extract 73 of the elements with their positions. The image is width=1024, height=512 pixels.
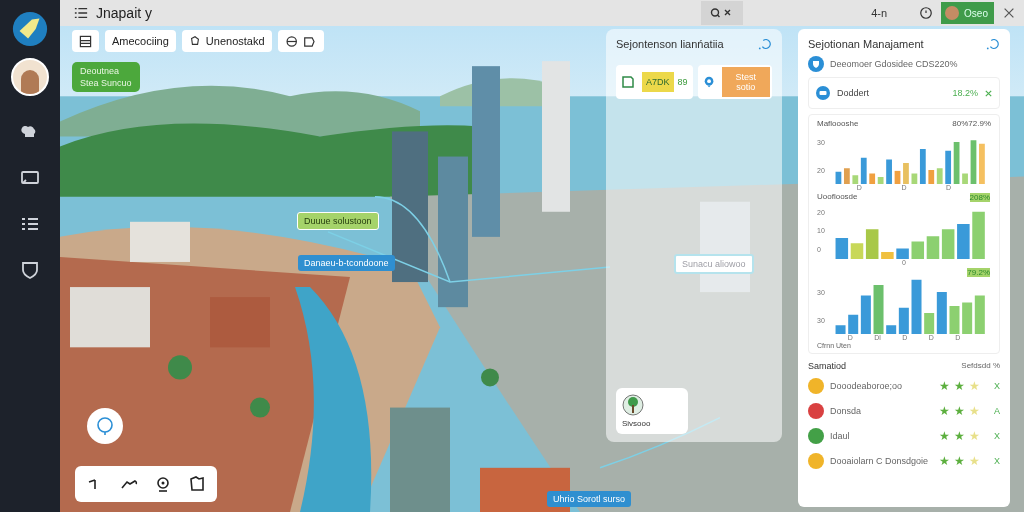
menu-icon[interactable] bbox=[74, 6, 88, 20]
item-action[interactable]: X bbox=[994, 431, 1000, 441]
close-icon[interactable] bbox=[984, 88, 993, 98]
star-icon: ★ bbox=[939, 405, 950, 417]
tree bbox=[168, 355, 192, 380]
app-title: Jnapait y bbox=[96, 5, 153, 21]
item-action[interactable]: A bbox=[994, 406, 1000, 416]
shape-icon[interactable] bbox=[187, 474, 207, 494]
list-item[interactable]: Dooodeaboroe;oo bbox=[830, 381, 933, 391]
star-icon: ★ bbox=[939, 430, 950, 442]
chart-title: Mafloooshe bbox=[817, 119, 859, 128]
star-icon: ★ bbox=[954, 430, 965, 442]
chart-value: 79.2% bbox=[966, 267, 991, 278]
refresh-icon[interactable] bbox=[758, 37, 772, 51]
chart-value: 80%72.9% bbox=[952, 119, 991, 128]
action-button[interactable]: Stest sotio bbox=[721, 67, 770, 97]
badge-text: Stea Suncuo bbox=[80, 77, 132, 89]
star-icon: ★ bbox=[969, 430, 980, 442]
star-icon: ★ bbox=[954, 455, 965, 467]
badge-text: Deoutnea bbox=[80, 65, 121, 77]
star-icon: ★ bbox=[969, 405, 980, 417]
refresh-icon[interactable] bbox=[986, 37, 1000, 51]
location-pin-icon[interactable] bbox=[702, 75, 715, 89]
star-icon: ★ bbox=[969, 455, 980, 467]
star-icon: ★ bbox=[969, 380, 980, 392]
status-chip: A7DK bbox=[642, 72, 674, 92]
note-icon[interactable] bbox=[621, 75, 635, 89]
card-label: Sivsooo bbox=[622, 419, 651, 428]
tree bbox=[481, 368, 499, 387]
map-callout[interactable]: Danaeu-b-tcondoone bbox=[298, 255, 395, 271]
item-action[interactable]: X bbox=[994, 381, 1000, 391]
globe-tag-icon bbox=[284, 34, 317, 48]
shield-icon[interactable] bbox=[20, 260, 40, 280]
shield-icon bbox=[808, 56, 824, 72]
value-text: 89 bbox=[677, 77, 689, 87]
info-text: Deeomoer Gdosidee CDS220% bbox=[830, 59, 958, 69]
item-action[interactable]: X bbox=[994, 456, 1000, 466]
user-chip[interactable]: Oseo bbox=[941, 2, 994, 24]
stat-label: Doddert bbox=[837, 88, 871, 98]
chat-icon bbox=[815, 85, 831, 101]
list-value: Sefdsdd % bbox=[961, 361, 1000, 371]
list-item[interactable]: Donsda bbox=[830, 406, 933, 416]
toolbar-button[interactable]: Unenostakd bbox=[181, 30, 272, 52]
layout-button[interactable] bbox=[72, 30, 99, 52]
list-title: Samatiod bbox=[808, 361, 847, 371]
close-icon[interactable] bbox=[1002, 6, 1016, 20]
view-toggle-button[interactable] bbox=[277, 30, 324, 52]
list-item[interactable]: Idaul bbox=[830, 431, 933, 441]
map-icon bbox=[188, 35, 201, 47]
clock-icon[interactable] bbox=[919, 6, 934, 20]
star-icon: ★ bbox=[939, 455, 950, 467]
toolbar-button[interactable]: Amecociing bbox=[105, 30, 176, 52]
map-callout[interactable]: Sunacu aliowoo bbox=[674, 254, 754, 274]
tree-icon bbox=[622, 394, 644, 416]
counter-text: 4-n bbox=[871, 7, 888, 19]
stat-value: 18.2% bbox=[952, 88, 978, 98]
star-icon: ★ bbox=[954, 405, 965, 417]
chart-title: Uoofloosde bbox=[817, 192, 858, 203]
panel-title: Sejontenson lianńatiia bbox=[616, 38, 724, 50]
location-pin-icon bbox=[95, 416, 115, 436]
chart-value: 208% bbox=[968, 192, 991, 203]
star-icon: ★ bbox=[954, 380, 965, 392]
map-callout[interactable]: Duuue solustoon bbox=[297, 212, 379, 230]
panel-title: Sejotionan Manajament bbox=[808, 38, 924, 50]
search-button[interactable] bbox=[701, 1, 744, 25]
map-callout[interactable]: Uhrio Sorotl surso bbox=[547, 491, 632, 507]
list-item[interactable]: Dooaiolarn C Donsdgoie bbox=[830, 456, 933, 466]
tree bbox=[250, 397, 270, 418]
logo-icon bbox=[11, 10, 49, 48]
layout-icon bbox=[79, 34, 92, 48]
building bbox=[130, 221, 190, 262]
avatar[interactable] bbox=[11, 58, 49, 96]
star-icon: ★ bbox=[939, 380, 950, 392]
